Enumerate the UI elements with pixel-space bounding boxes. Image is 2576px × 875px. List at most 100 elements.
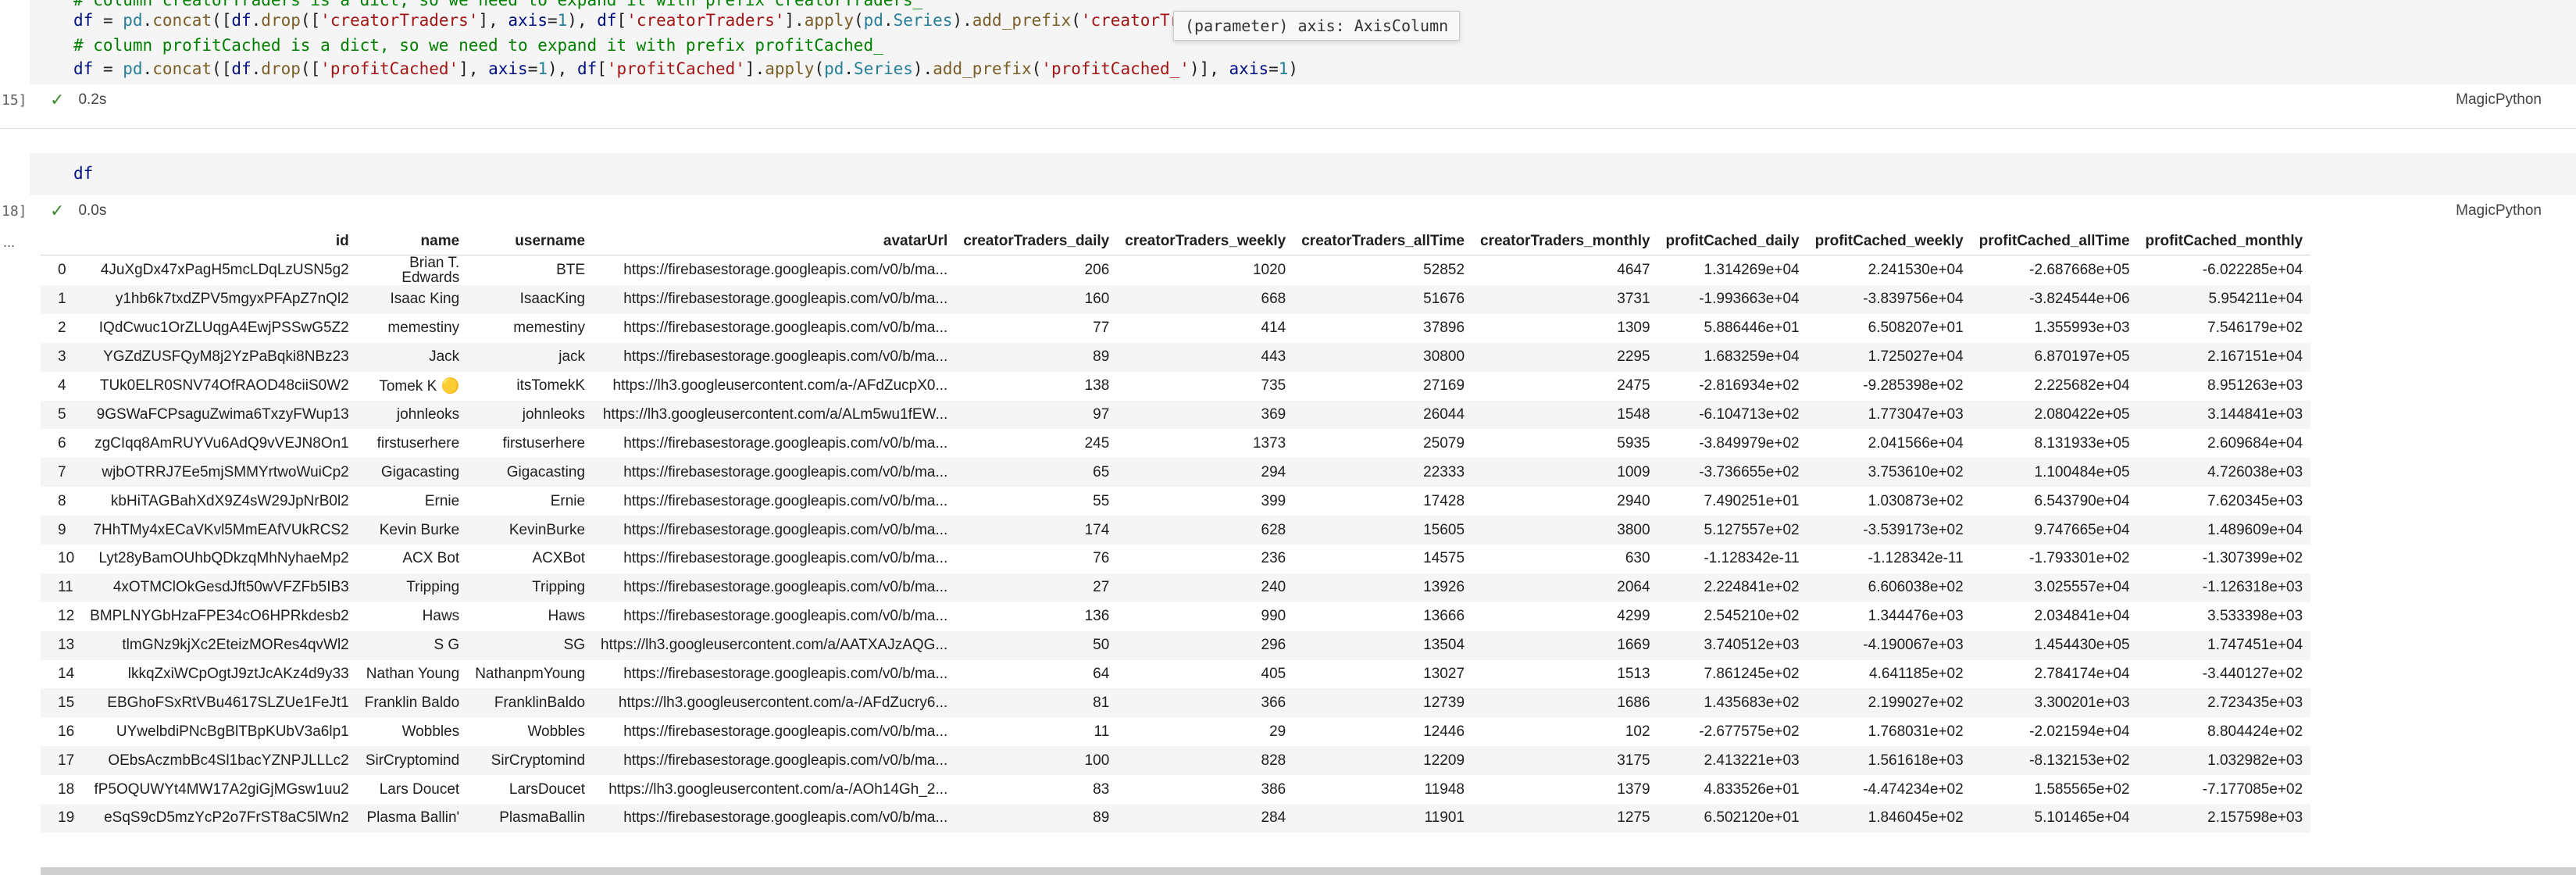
table-cell: 4.833526e+01 — [1704, 780, 1800, 798]
table-cell: -1.128342e-11 — [1868, 550, 1964, 567]
table-cell: 1373 — [1252, 434, 1286, 452]
table-row: 19 eSqS9cD5mzYcP2o7FrST8aC5lWn2 Plasma Bal… — [41, 804, 2311, 833]
table-cell: Lyt28yBamOUhbQDkzqMhNyhaeMp2 — [98, 550, 349, 567]
table-cell: 5.886446e+01 — [1704, 320, 1800, 337]
table-cell: 414 — [1261, 320, 1286, 337]
table-cell: Haws — [548, 608, 586, 625]
table-cell: Brian T. Edwards — [401, 255, 460, 286]
table-cell: 138 — [1084, 377, 1110, 395]
table-cell: firstuserhere — [502, 434, 586, 452]
code-line-3[interactable]: # column profitCached is a dict, so we n… — [73, 36, 883, 55]
table-cell: 8.804424e+02 — [2207, 723, 2303, 740]
table-cell: 8.951263e+03 — [2207, 377, 2303, 395]
table-cell: Franklin Baldo — [364, 694, 460, 711]
table-cell: https://lh3.googleusercontent.com/a/ALm5… — [602, 406, 948, 423]
table-row: 9 7HhTMy4xECaVKvl5MmEAfVUkRCS2 Kevin Burke… — [41, 516, 2311, 545]
table-cell: 5.101465e+04 — [2034, 809, 2130, 827]
table-cell: Haws — [422, 608, 460, 625]
table-cell: 2.041566e+04 — [1868, 434, 1964, 452]
column-header: username — [467, 228, 594, 255]
table-cell: 2.784174e+04 — [2034, 666, 2130, 683]
output-more-icon[interactable]: ... — [3, 234, 15, 251]
table-cell: 11948 — [1424, 780, 1465, 798]
cell-15-language[interactable]: MagicPython — [2456, 91, 2542, 109]
code-line-1[interactable]: # column creatorTraders is a dict, so we… — [73, 0, 922, 9]
table-cell: -3.440127e+02 — [2202, 666, 2303, 683]
table-cell: IQdCwuc1OrZLUqgA4EwjPSSwG5Z2 — [98, 320, 349, 337]
table-cell: 1009 — [1617, 463, 1650, 480]
table-cell: itsTomekK — [516, 377, 586, 395]
table-cell: 1379 — [1617, 780, 1650, 798]
cell-15-execution-count: 15] — [2, 92, 27, 109]
table-cell: 3731 — [1617, 291, 1650, 308]
table-cell: 81 — [1093, 694, 1110, 711]
table-cell: -6.104713e+02 — [1699, 406, 1800, 423]
table-cell: 77 — [1093, 320, 1110, 337]
table-cell: YGZdZUSFQyM8j2YzPaBqki8NBz23 — [103, 348, 349, 366]
table-cell: 27 — [1093, 579, 1110, 596]
code-line-4[interactable]: df = pd.concat([df.drop(['profitCached']… — [73, 59, 1298, 78]
table-cell: 735 — [1261, 377, 1286, 395]
row-index: 18 — [58, 780, 75, 798]
cell-18-language[interactable]: MagicPython — [2456, 202, 2542, 220]
table-cell: 2.545210e+02 — [1704, 608, 1800, 625]
table-cell: 294 — [1261, 463, 1286, 480]
table-cell: memestiny — [387, 320, 460, 337]
horizontal-scrollbar[interactable] — [41, 867, 2576, 875]
table-row: 16 UYwelbdiPNcBgBlTBpKUbV3a6lp1 Wobbles Wob… — [41, 717, 2310, 746]
row-index: 14 — [58, 666, 75, 683]
table-cell: 89 — [1093, 348, 1110, 366]
table-cell: BTE — [556, 262, 586, 278]
table-cell: jack — [558, 348, 586, 366]
cell-18-exec-time: 0.0s — [78, 202, 107, 219]
table-cell: 1548 — [1617, 406, 1650, 423]
table-cell: 1669 — [1617, 637, 1650, 654]
code-cell-18[interactable]: df — [30, 153, 2576, 195]
row-index: 10 — [58, 550, 75, 567]
table-cell: https://firebasestorage.googleapis.com/v… — [623, 291, 948, 308]
table-cell: 1.725027e+04 — [1868, 348, 1964, 366]
table-cell: 4JuXgDx47xPagH5mcLDqLzUSN5g2 — [100, 262, 349, 278]
table-cell: ACX Bot — [402, 550, 460, 567]
table-cell: 1.846045e+02 — [1868, 809, 1964, 827]
row-index: 6 — [58, 434, 66, 452]
table-cell: tlmGNz9kjXc2EteizMORes4qvWl2 — [122, 637, 349, 654]
table-cell: 51676 — [1423, 291, 1465, 308]
code-line-2[interactable]: df = pd.concat([df.drop(['creatorTraders… — [73, 11, 1229, 30]
table-cell: https://firebasestorage.googleapis.com/v… — [623, 348, 948, 366]
table-cell: https://firebasestorage.googleapis.com/v… — [623, 521, 948, 538]
column-header: profitCached_weekly — [1807, 228, 1971, 255]
table-cell: 6.502120e+01 — [1704, 809, 1800, 827]
table-cell: 5.954211e+04 — [2208, 291, 2303, 308]
table-cell: Tripping — [406, 579, 460, 596]
table-cell: 3.025557e+04 — [2034, 579, 2130, 596]
table-cell: 9.747665e+04 — [2034, 521, 2130, 538]
table-body: 0 4JuXgDx47xPagH5mcLDqLzUSN5g2 Brian T. Ed… — [41, 255, 2311, 833]
table-cell: UYwelbdiPNcBgBlTBpKUbV3a6lp1 — [116, 723, 349, 740]
table-cell: 55 — [1093, 492, 1110, 509]
table-cell: 1.585565e+02 — [2034, 780, 2130, 798]
code-line-df[interactable]: df — [73, 164, 93, 183]
table-cell: kbHiTAGBahXdX9Z4sW29JpNrB0l2 — [110, 492, 349, 509]
table-cell: -4.190067e+03 — [1863, 637, 1964, 654]
table-cell: https://firebasestorage.googleapis.com/v… — [623, 666, 948, 683]
table-cell: -4.474234e+02 — [1863, 780, 1964, 798]
table-cell: 4.726038e+03 — [2207, 463, 2303, 480]
table-cell: eSqS9cD5mzYcP2o7FrST8aC5lWn2 — [104, 809, 349, 827]
table-cell: 7.620345e+03 — [2207, 492, 2303, 509]
row-index: 9 — [58, 521, 66, 538]
success-check-icon: ✓ — [50, 201, 65, 220]
table-header-row: id name username avatarUrl creatorTraders_da… — [41, 228, 2311, 255]
table-cell: PlasmaBallin — [499, 809, 586, 827]
table-cell: 4647 — [1617, 262, 1650, 278]
table-cell: LarsDoucet — [508, 780, 586, 798]
table-cell: 1309 — [1617, 320, 1650, 337]
table-cell: 13926 — [1423, 579, 1465, 596]
cell-15-exec-time: 0.2s — [78, 91, 107, 108]
row-index: 1 — [58, 291, 66, 308]
table-cell: Nathan Young — [366, 666, 460, 683]
table-cell: 9GSWaFCPsaguZwima6TxzyFWup13 — [96, 406, 349, 423]
table-cell: Gigacasting — [506, 463, 586, 480]
table-cell: 668 — [1261, 291, 1286, 308]
cell-15-status: ✓ 0.2s MagicPython — [30, 86, 2576, 114]
